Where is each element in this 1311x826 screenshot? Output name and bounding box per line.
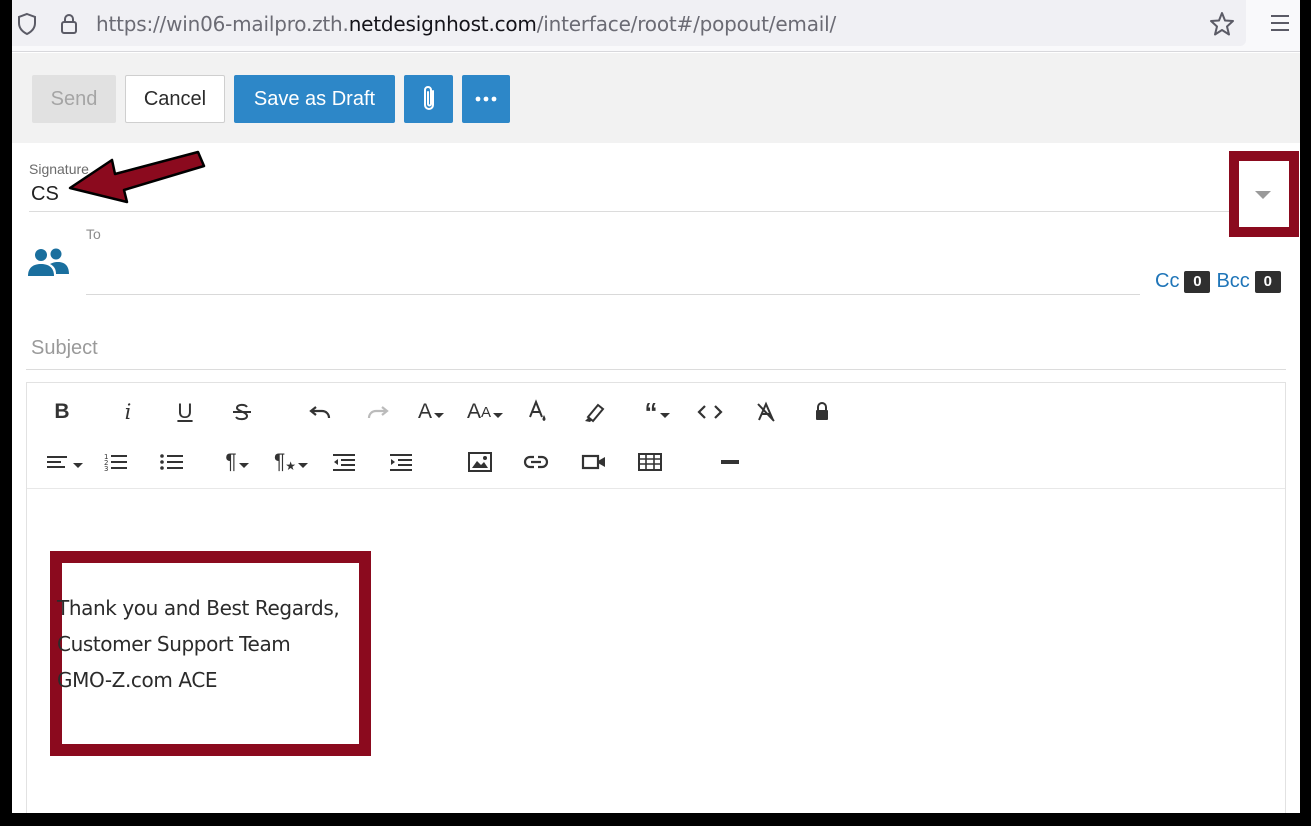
email-body-signature[interactable]: Thank you and Best Regards, Customer Sup… <box>57 590 340 698</box>
undo-icon[interactable] <box>305 397 335 427</box>
subject-underline <box>26 369 1286 370</box>
ellipsis-icon <box>475 96 497 102</box>
attach-button[interactable] <box>404 75 453 123</box>
star-icon[interactable] <box>1208 10 1236 38</box>
strikethrough-icon[interactable] <box>227 397 257 427</box>
signature-select[interactable]: CS <box>31 183 59 206</box>
cc-bcc-group: Cc 0 Bcc 0 <box>1155 270 1287 293</box>
insert-link-icon[interactable] <box>521 447 551 477</box>
email-compose-window: https://win06-mailpro.zth.netdesignhost.… <box>12 0 1300 813</box>
send-button[interactable]: Send <box>32 75 116 123</box>
to-input-underline[interactable] <box>86 294 1140 295</box>
more-options-button[interactable] <box>462 75 510 123</box>
unordered-list-icon[interactable] <box>157 447 187 477</box>
paragraph-style-icon[interactable]: ¶ ★ <box>271 447 311 477</box>
signature-line-1: Thank you and Best Regards, <box>57 596 340 620</box>
subject-input[interactable]: Subject <box>31 337 98 360</box>
insert-image-icon[interactable] <box>465 447 495 477</box>
url-domain: netdesignhost.com <box>348 12 537 36</box>
address-field[interactable]: https://win06-mailpro.zth.netdesignhost.… <box>12 0 1246 46</box>
font-size-icon[interactable]: AA <box>465 397 505 427</box>
contacts-icon[interactable] <box>26 244 70 280</box>
svg-text:3: 3 <box>104 465 108 472</box>
ordered-list-icon[interactable]: 123 <box>101 447 131 477</box>
annotation-arrow-icon <box>68 150 206 204</box>
url-path: /interface/root#/popout/email/ <box>536 12 837 36</box>
paperclip-icon <box>423 86 434 110</box>
align-icon[interactable] <box>45 447 83 477</box>
hamburger-menu-icon[interactable] <box>1268 12 1292 34</box>
lock-icon[interactable] <box>58 12 80 36</box>
url-text[interactable]: https://win06-mailpro.zth.netdesignhost.… <box>96 12 836 36</box>
bcc-link[interactable]: Bcc <box>1216 270 1249 293</box>
save-as-draft-button[interactable]: Save as Draft <box>234 75 395 123</box>
indent-icon[interactable] <box>386 447 416 477</box>
insert-video-icon[interactable] <box>579 447 609 477</box>
paragraph-format-icon[interactable]: ¶ <box>219 447 255 477</box>
signature-dropdown-highlight[interactable] <box>1229 151 1299 237</box>
underline-icon[interactable]: U <box>170 397 200 427</box>
font-family-icon[interactable]: A <box>413 397 449 427</box>
signature-underline <box>29 211 1274 212</box>
bcc-count-badge: 0 <box>1254 270 1281 293</box>
url-prefix: https://win06-mailpro.zth. <box>96 12 349 36</box>
clear-formatting-icon[interactable] <box>751 397 781 427</box>
editor-toolbar: B i U A AA “ 1 2 3 ¶ ¶ ★ <box>27 383 1285 489</box>
cc-link[interactable]: Cc <box>1155 270 1179 293</box>
text-color-icon[interactable] <box>523 397 553 427</box>
redo-icon[interactable] <box>363 397 393 427</box>
quote-icon[interactable]: “ <box>639 397 675 427</box>
shield-icon[interactable] <box>16 12 38 36</box>
lock-icon[interactable] <box>807 397 837 427</box>
cc-count-badge: 0 <box>1184 270 1211 293</box>
italic-icon[interactable]: i <box>113 397 143 427</box>
code-view-icon[interactable] <box>693 397 727 427</box>
bold-icon[interactable]: B <box>47 397 77 427</box>
browser-url-bar: https://win06-mailpro.zth.netdesignhost.… <box>12 0 1300 52</box>
chevron-down-icon[interactable] <box>1255 191 1271 199</box>
signature-line-3: GMO-Z.com ACE <box>57 668 218 692</box>
compose-toolbar: Send Cancel Save as Draft <box>12 53 1300 143</box>
to-label: To <box>86 226 101 242</box>
insert-table-icon[interactable] <box>635 447 665 477</box>
cancel-button[interactable]: Cancel <box>125 75 225 123</box>
highlight-icon[interactable] <box>579 397 609 427</box>
signature-line-2: Customer Support Team <box>57 632 291 656</box>
outdent-icon[interactable] <box>329 447 359 477</box>
horizontal-line-icon[interactable] <box>715 447 745 477</box>
